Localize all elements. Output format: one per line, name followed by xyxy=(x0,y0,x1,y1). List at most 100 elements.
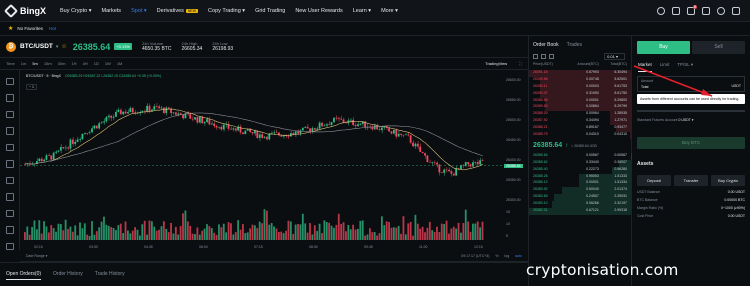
ask-row[interactable]: 26387.92 0.34494 1.27971 xyxy=(529,118,631,126)
tab-tpsl[interactable]: TP/SL ▾ xyxy=(677,62,693,72)
available-value[interactable]: 0 USDT ▾ xyxy=(678,118,693,122)
tab-trade-history[interactable]: Trade History xyxy=(95,271,125,277)
nav-grid-trading[interactable]: Grid Trading xyxy=(255,8,285,14)
bid-row[interactable]: 26385.40 0.22273 0.56280 xyxy=(529,166,631,174)
auto-scale-toggle[interactable]: auto xyxy=(515,254,522,258)
percent-scale-toggle[interactable]: % xyxy=(495,254,498,258)
interval-15m[interactable]: 15m xyxy=(44,61,52,66)
crosshair-tool-icon[interactable] xyxy=(5,78,14,86)
tab-order-book[interactable]: Order Book xyxy=(533,42,559,50)
favorite-star-icon[interactable]: ☆ xyxy=(61,43,66,50)
nav-spot[interactable]: Spot ▾ xyxy=(131,8,147,14)
price-chart[interactable]: 02:15 03:30 04:45 06:00 07:15 08:30 09:45 11:00… xyxy=(20,70,504,250)
assets-tooltip: Assets from different accounts can be us… xyxy=(637,94,745,104)
interval-1mo[interactable]: 1M xyxy=(117,61,123,66)
bid-row[interactable]: 26385.12 0.00001 1.51334 xyxy=(529,180,631,188)
nav-new-user-rewards[interactable]: New User Rewards xyxy=(295,8,342,14)
nav-more[interactable]: More ▾ xyxy=(381,8,398,14)
fullscreen-icon[interactable]: ⛶ xyxy=(519,61,522,66)
interval-1m[interactable]: 1m xyxy=(21,61,27,66)
book-bids-icon[interactable] xyxy=(541,53,546,59)
interval-5m[interactable]: 5m xyxy=(32,61,38,66)
globe-icon[interactable] xyxy=(717,6,725,15)
nav-learn[interactable]: Learn ▾ xyxy=(353,8,371,14)
ask-row[interactable]: 26390.07 0.31950 5.61750 xyxy=(529,90,631,98)
ask-row[interactable]: 26390.11 0.00003 5.61753 xyxy=(529,83,631,91)
ask-row[interactable]: 26389.68 0.00001 5.29800 xyxy=(529,97,631,105)
pair-selector[interactable]: BTC/USDT xyxy=(20,43,53,50)
trash-tool-icon[interactable] xyxy=(5,242,14,250)
download-icon[interactable] xyxy=(702,6,710,15)
volume-bar xyxy=(52,228,55,240)
log-scale-toggle[interactable]: log xyxy=(505,254,510,258)
buy-btc-button[interactable]: Buy BTC xyxy=(637,137,745,149)
interval-1h[interactable]: 1H xyxy=(71,61,76,66)
date-range-selector[interactable]: Date Range ▾ xyxy=(26,254,47,258)
tab-order-history[interactable]: Order History xyxy=(53,271,83,277)
volume-bar xyxy=(86,234,89,240)
fib-tool-icon[interactable] xyxy=(5,110,14,119)
interval-4h[interactable]: 4H xyxy=(83,61,88,66)
ask-row[interactable]: 26388.20 0.00964 1.28935 xyxy=(529,111,631,119)
amount-cell: 0.34494 xyxy=(586,118,599,123)
volume-bar xyxy=(285,230,287,240)
settings-icon[interactable] xyxy=(732,6,740,15)
tradingview-toggle[interactable]: TradingView xyxy=(485,61,507,66)
tab-trades[interactable]: Trades xyxy=(567,42,582,50)
interval-time[interactable]: Time xyxy=(6,61,15,66)
price-step-select[interactable]: 0.01 ▾ xyxy=(604,52,625,60)
chevron-down-icon[interactable]: ▾ xyxy=(56,44,59,50)
magnet-tool-icon[interactable] xyxy=(5,209,14,218)
bid-row[interactable]: 26385.62 0.33440 0.34007 xyxy=(529,159,631,167)
book-both-icon[interactable] xyxy=(533,53,538,59)
buy-tab[interactable]: Buy xyxy=(637,41,690,54)
brush-tool-icon[interactable] xyxy=(5,143,14,152)
tab-limit[interactable]: Limit xyxy=(660,62,670,72)
bid-row[interactable]: 26383.10 0.06266 2.32197 xyxy=(529,201,631,209)
bingx-logo[interactable]: BingX xyxy=(3,3,46,18)
amount-input[interactable]: Amount Total USDT xyxy=(637,76,745,92)
bid-row[interactable]: 26382.31 0.67121 2.99318 xyxy=(529,208,631,215)
amount-slider[interactable] xyxy=(637,110,745,112)
amount-cell: 0.50040 xyxy=(586,187,599,192)
bell-icon[interactable]: 8 xyxy=(687,4,697,15)
measure-tool-icon[interactable] xyxy=(5,176,14,185)
trendline-tool-icon[interactable] xyxy=(5,94,14,102)
ask-row[interactable]: 26390.96 0.00748 5.62501 xyxy=(529,76,631,84)
user-icon[interactable] xyxy=(657,6,665,15)
nav-buy-crypto[interactable]: Buy Crypto ▾ xyxy=(60,8,92,14)
deposit-button[interactable]: Deposit xyxy=(637,175,671,186)
wallet-icon[interactable] xyxy=(672,6,680,15)
volume-bar xyxy=(119,223,122,240)
sell-tab[interactable]: Sell xyxy=(692,41,745,54)
bid-row[interactable]: 26383.65 0.24557 2.25931 xyxy=(529,194,631,202)
bid-row[interactable]: 26385.64 0.00567 0.00567 xyxy=(529,152,631,160)
nav-markets[interactable]: Markets xyxy=(102,8,122,14)
tab-open-orders[interactable]: Open Orders(0) xyxy=(6,271,42,280)
text-tool-icon[interactable] xyxy=(5,160,14,168)
interval-1d[interactable]: 1D xyxy=(94,61,99,66)
bid-row[interactable]: 26385.26 0.95053 1.51333 xyxy=(529,173,631,181)
ask-row[interactable]: 26391.15 0.67993 6.30494 xyxy=(529,70,631,77)
volume-bar xyxy=(122,233,125,240)
buy-crypto-button[interactable]: Buy Crypto xyxy=(711,175,745,186)
zoom-tool-icon[interactable] xyxy=(5,193,14,201)
ask-row[interactable]: 26389.63 0.00864 5.29799 xyxy=(529,104,631,112)
bid-row[interactable]: 26383.92 0.50040 2.01374 xyxy=(529,187,631,195)
ask-row[interactable]: 26385.75 0.04310 0.04310 xyxy=(529,132,631,139)
tab-market[interactable]: Market xyxy=(638,62,652,72)
favorites-hot-link[interactable]: Hot xyxy=(49,26,56,31)
ask-row[interactable]: 26386.21 0.89167 0.93477 xyxy=(529,125,631,133)
candle-body xyxy=(131,108,134,113)
star-icon[interactable]: ★ xyxy=(8,25,13,32)
transfer-button[interactable]: Transfer xyxy=(674,175,708,186)
pattern-tool-icon[interactable] xyxy=(5,127,14,135)
nav-derivatives[interactable]: Derivatives NEW xyxy=(157,8,199,14)
nav-copy-trading[interactable]: Copy Trading ▾ xyxy=(208,8,245,14)
interval-30m[interactable]: 30m xyxy=(58,61,66,66)
lock-tool-icon[interactable] xyxy=(5,226,14,234)
book-asks-icon[interactable] xyxy=(549,53,554,59)
interval-1w[interactable]: 1W xyxy=(105,61,111,66)
indicator-toggle[interactable]: ~ 1 xyxy=(26,84,37,90)
header-amount: Amount(BTC) xyxy=(577,62,599,66)
